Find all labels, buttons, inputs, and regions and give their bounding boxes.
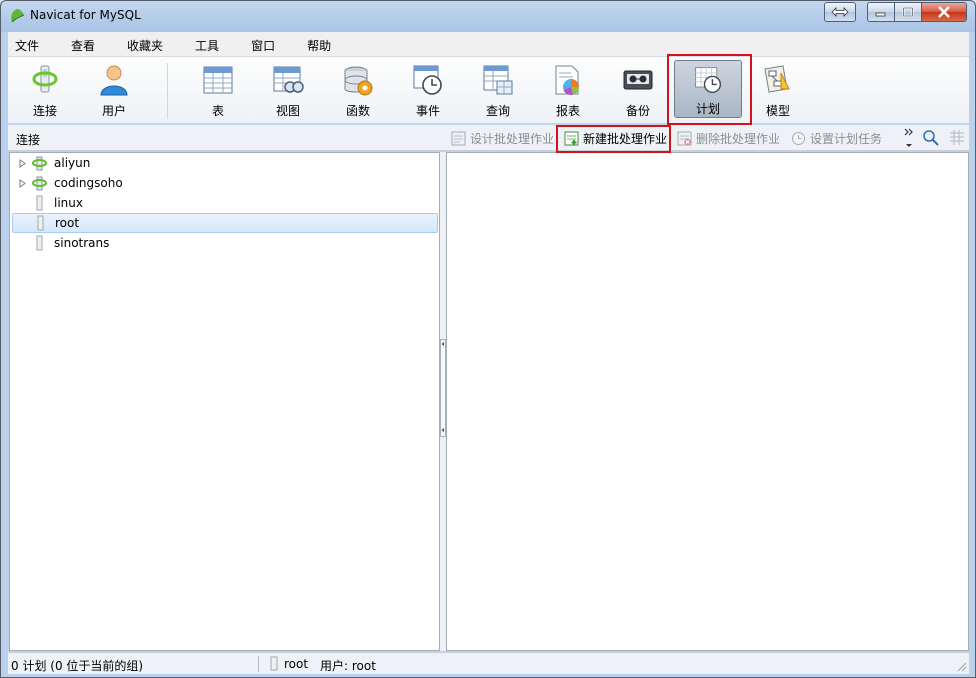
overflow-chevron-icon[interactable] bbox=[903, 127, 915, 149]
main-toolbar: 连接 用户 表 视图 函数 事件 查询 报表 备份 计划 模型 bbox=[8, 56, 969, 124]
tree-item-label: aliyun bbox=[54, 156, 91, 170]
menu-window[interactable]: 窗口 bbox=[244, 32, 282, 56]
connection-status-icon bbox=[270, 656, 278, 671]
toolbar-user-label: 用户 bbox=[101, 104, 126, 118]
design-batch-icon bbox=[451, 131, 466, 146]
design-batch-job-label: 设计批处理作业 bbox=[470, 132, 555, 146]
event-icon bbox=[413, 65, 442, 95]
expand-arrow-icon[interactable] bbox=[18, 158, 28, 168]
toolbar-event-label: 事件 bbox=[415, 104, 440, 118]
toolbar-event-button[interactable]: 事件 bbox=[394, 59, 462, 121]
expander-placeholder bbox=[18, 238, 28, 248]
toolbar-query-label: 查询 bbox=[485, 104, 510, 118]
grid-view-icon[interactable] bbox=[948, 129, 966, 147]
schedule-list-panel[interactable] bbox=[446, 152, 969, 651]
main-window: Navicat for MySQL 文件 查看 收藏夹 工具 窗口 帮助 连接 … bbox=[0, 0, 976, 678]
clock-icon bbox=[792, 132, 805, 145]
minimize-button[interactable] bbox=[867, 2, 895, 22]
collapse-arrow-icon bbox=[441, 342, 444, 432]
mysql-connection-icon bbox=[32, 176, 48, 191]
status-user: 用户: root bbox=[320, 659, 376, 673]
window-title: Navicat for MySQL bbox=[30, 8, 141, 22]
tree-item-label: root bbox=[55, 216, 80, 230]
toolbar-user-button[interactable]: 用户 bbox=[80, 59, 148, 121]
table-icon bbox=[203, 66, 233, 94]
toolbar-model-button[interactable]: 模型 bbox=[744, 59, 812, 121]
swap-arrows-icon bbox=[831, 7, 849, 17]
tree-item-codingsoho[interactable]: codingsoho bbox=[12, 173, 438, 193]
menu-bar: 文件 查看 收藏夹 工具 窗口 帮助 bbox=[8, 32, 969, 56]
toolbar-table-label: 表 bbox=[211, 104, 224, 118]
connection-icon bbox=[32, 65, 58, 93]
search-icon[interactable] bbox=[922, 129, 940, 147]
toolbar-view-button[interactable]: 视图 bbox=[254, 59, 322, 121]
set-scheduled-task-button[interactable]: 设置计划任务 bbox=[791, 130, 882, 147]
expander-placeholder bbox=[19, 218, 29, 228]
status-divider bbox=[258, 656, 259, 672]
query-icon bbox=[483, 65, 513, 95]
menu-view[interactable]: 查看 bbox=[64, 32, 102, 56]
tree-item-aliyun[interactable]: aliyun bbox=[12, 153, 438, 173]
toolbar-query-button[interactable]: 查询 bbox=[464, 59, 532, 121]
maximize-icon bbox=[902, 7, 914, 17]
delete-batch-job-button[interactable]: 删除批处理作业 bbox=[677, 130, 780, 147]
minimize-icon bbox=[875, 12, 886, 17]
set-scheduled-task-label: 设置计划任务 bbox=[810, 132, 883, 146]
navicat-logo-icon bbox=[11, 9, 25, 23]
status-bar: 0 计划 (0 位于当前的组) root 用户: root bbox=[8, 652, 969, 674]
tree-item-root[interactable]: root bbox=[12, 213, 438, 233]
highlight-new-batch-box bbox=[556, 125, 671, 153]
tree-item-sinotrans[interactable]: sinotrans bbox=[12, 233, 438, 253]
toolbar-connection-label: 连接 bbox=[32, 104, 57, 118]
toolbar-report-button[interactable]: 报表 bbox=[534, 59, 602, 121]
toolbar-model-label: 模型 bbox=[765, 104, 790, 118]
toolbar-table-button[interactable]: 表 bbox=[184, 59, 252, 121]
menu-tools[interactable]: 工具 bbox=[188, 32, 226, 56]
menu-file[interactable]: 文件 bbox=[8, 32, 46, 56]
toolbar-report-label: 报表 bbox=[555, 104, 580, 118]
toolbar-backup-button[interactable]: 备份 bbox=[604, 59, 672, 121]
switch-window-button[interactable] bbox=[824, 2, 856, 22]
status-connection: root bbox=[284, 657, 309, 671]
design-batch-job-button[interactable]: 设计批处理作业 bbox=[451, 130, 554, 147]
title-bar[interactable]: Navicat for MySQL bbox=[1, 1, 975, 31]
close-button[interactable] bbox=[921, 2, 967, 22]
subbar-title: 连接 bbox=[16, 133, 41, 147]
status-schedule-count: 0 计划 (0 位于当前的组) bbox=[11, 659, 144, 673]
highlight-schedule-box bbox=[667, 54, 752, 125]
disconnected-connection-icon bbox=[36, 235, 43, 251]
menu-favorites[interactable]: 收藏夹 bbox=[120, 32, 170, 56]
object-toolbar: 连接 设计批处理作业 新建批处理作业 删除批处理作业 设置计划任务 bbox=[8, 125, 969, 151]
menu-help[interactable]: 帮助 bbox=[300, 32, 338, 56]
expand-arrow-icon[interactable] bbox=[18, 178, 28, 188]
tree-item-label: sinotrans bbox=[54, 236, 110, 250]
tree-item-label: linux bbox=[54, 196, 83, 210]
delete-batch-icon bbox=[677, 131, 692, 146]
connection-tree-panel: aliyun codingsoho linux root sinotrans bbox=[9, 152, 440, 651]
function-icon bbox=[344, 66, 373, 96]
toolbar-function-label: 函数 bbox=[345, 104, 370, 118]
toolbar-view-label: 视图 bbox=[275, 104, 300, 118]
toolbar-connection-button[interactable]: 连接 bbox=[11, 59, 79, 121]
mysql-connection-icon bbox=[32, 156, 48, 171]
tree-item-linux[interactable]: linux bbox=[12, 193, 438, 213]
close-icon bbox=[938, 6, 950, 18]
report-icon bbox=[555, 65, 579, 95]
toolbar-separator bbox=[167, 63, 168, 119]
delete-batch-job-label: 删除批处理作业 bbox=[696, 132, 781, 146]
view-icon bbox=[273, 66, 304, 93]
toolbar-backup-label: 备份 bbox=[625, 104, 650, 118]
backup-icon bbox=[623, 70, 653, 90]
tree-item-label: codingsoho bbox=[54, 176, 123, 190]
maximize-button[interactable] bbox=[894, 2, 922, 22]
expander-placeholder bbox=[18, 198, 28, 208]
user-icon bbox=[100, 65, 128, 96]
toolbar-function-button[interactable]: 函数 bbox=[324, 59, 392, 121]
disconnected-connection-icon bbox=[36, 195, 43, 211]
resize-grip-icon[interactable] bbox=[955, 660, 967, 672]
model-icon bbox=[764, 65, 790, 93]
disconnected-connection-icon bbox=[37, 215, 44, 231]
